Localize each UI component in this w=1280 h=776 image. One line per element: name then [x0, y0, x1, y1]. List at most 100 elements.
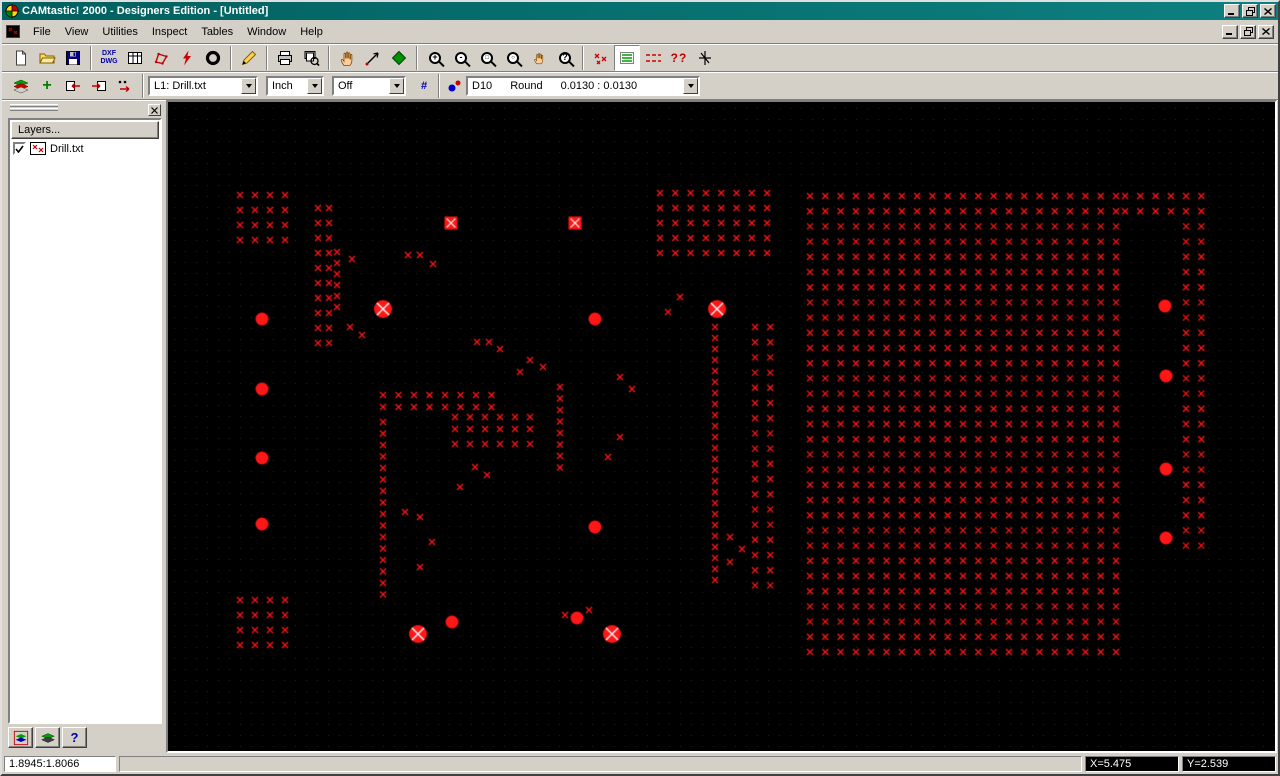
print-preview-button[interactable] [298, 45, 324, 71]
current-layer-combo-arrow[interactable] [241, 77, 256, 94]
layers-dock-panel: Layers... Drill.txt ? [8, 103, 162, 751]
measure-button[interactable] [360, 45, 386, 71]
snap-value: Off [338, 79, 353, 92]
layers-tab[interactable] [35, 727, 60, 748]
layer-toolbar: + L1: Drill.txt Inch Off # D10 Round 0.0… [2, 72, 1278, 100]
open-folder-icon [39, 53, 56, 63]
measure-icon [365, 51, 379, 65]
layers-button[interactable]: Layers... [11, 121, 159, 139]
menu-file[interactable]: File [26, 23, 58, 41]
main-toolbar: DXF DWG + - □ ○ ? ?? [2, 44, 1278, 72]
help-tab[interactable]: ? [62, 727, 87, 748]
check-icon [15, 145, 24, 153]
draw-edit-button[interactable] [236, 45, 262, 71]
restore-button[interactable] [1242, 4, 1258, 18]
zoom-in-icon: + [429, 51, 441, 64]
menu-tables[interactable]: Tables [194, 23, 240, 41]
goto-layer-button[interactable] [112, 73, 138, 99]
current-layer-combo[interactable]: L1: Drill.txt [148, 75, 258, 96]
snap-combo[interactable]: Off [332, 75, 406, 96]
child-window-icon[interactable] [6, 24, 22, 39]
zoom-in-button[interactable]: + [422, 45, 448, 71]
status-ratio: 1.8945:1.8066 [4, 756, 116, 772]
object-query-button[interactable]: ?? [666, 45, 692, 71]
mdi-close-button[interactable] [1258, 24, 1274, 39]
save-button[interactable] [60, 45, 86, 71]
window-title: CAMtastic! 2000 - Designers Edition - [U… [22, 5, 269, 17]
toolbar-separator [582, 45, 584, 70]
menu-window[interactable]: Window [240, 23, 293, 41]
board-tab[interactable] [8, 727, 33, 748]
open-file-button[interactable] [34, 45, 60, 71]
zoom-window-button[interactable]: □ [474, 45, 500, 71]
canvas-frame [166, 100, 1277, 753]
polygon-pour-button[interactable] [148, 45, 174, 71]
pan-hand-icon [340, 51, 353, 66]
layers-table-button[interactable] [8, 73, 34, 99]
mdi-minimize-button[interactable] [1222, 24, 1238, 39]
chevron-down-icon [393, 83, 400, 88]
title-bar: CAMtastic! 2000 - Designers Edition - [U… [2, 2, 1278, 20]
layers-stack-icon [13, 79, 29, 93]
next-layer-button[interactable] [86, 73, 112, 99]
previous-layer-button[interactable] [60, 73, 86, 99]
close-button[interactable] [1260, 4, 1276, 18]
toolbar-separator [142, 73, 144, 98]
dock-grip[interactable] [10, 108, 58, 111]
drill-canvas[interactable] [168, 102, 1275, 751]
polygon-pour-icon [154, 52, 168, 65]
snap-combo-arrow[interactable] [389, 77, 404, 94]
aperture-combo-arrow[interactable] [683, 77, 698, 94]
green-diamond-icon [391, 50, 407, 65]
zoom-all-button[interactable]: ○ [500, 45, 526, 71]
zoom-query-button[interactable]: ? [552, 45, 578, 71]
drill-symbols-button[interactable] [588, 45, 614, 71]
dock-header[interactable] [8, 104, 162, 117]
import-dxf-dwg-button[interactable]: DXF DWG [96, 45, 122, 71]
menu-inspect[interactable]: Inspect [145, 23, 194, 41]
chevron-down-icon [311, 83, 318, 88]
question-icon: ? [70, 730, 79, 745]
highlight-net-button[interactable] [614, 44, 640, 71]
zoom-pan-button[interactable] [526, 45, 552, 71]
flash-find-button[interactable] [174, 45, 200, 71]
dcode-grid-button[interactable]: # [414, 73, 434, 99]
units-value: Inch [272, 79, 293, 92]
toolbar-separator [416, 45, 418, 70]
donut-icon [205, 50, 221, 65]
dock-close-button[interactable] [148, 104, 161, 116]
aperture-button[interactable] [444, 73, 466, 99]
goto-layer-icon [118, 80, 130, 92]
trace-query-button[interactable] [640, 45, 666, 71]
aperture-combo[interactable]: D10 Round 0.0130 : 0.0130 [466, 75, 700, 96]
units-combo[interactable]: Inch [266, 75, 324, 96]
fill-button[interactable] [386, 45, 412, 71]
pan-button[interactable] [334, 45, 360, 71]
zoom-out-icon: - [455, 51, 467, 64]
layers-tab-icon [40, 732, 55, 743]
dcode-table-button[interactable] [122, 45, 148, 71]
donut-button[interactable] [200, 45, 226, 71]
minimize-button[interactable] [1224, 4, 1240, 18]
toolbar-separator [328, 45, 330, 70]
layers-list: Layers... Drill.txt [8, 118, 162, 724]
layer-row[interactable]: Drill.txt [11, 139, 159, 155]
dock-grip[interactable] [10, 104, 58, 107]
question-marks-icon: ?? [670, 50, 688, 65]
menu-view[interactable]: View [58, 23, 96, 41]
menu-help[interactable]: Help [293, 23, 330, 41]
mdi-restore-button[interactable] [1240, 24, 1256, 39]
toolbar-separator [266, 45, 268, 70]
new-file-button[interactable] [8, 45, 34, 71]
zoom-out-button[interactable]: - [448, 45, 474, 71]
next-layer-icon [92, 80, 106, 91]
previous-layer-icon [66, 80, 80, 91]
status-bar: 1.8945:1.8066 X=5.475 Y=2.539 [2, 754, 1278, 774]
menu-utilities[interactable]: Utilities [95, 23, 144, 41]
units-combo-arrow[interactable] [307, 77, 322, 94]
add-layer-button[interactable]: + [34, 73, 60, 99]
lightning-icon [183, 50, 191, 65]
layer-visible-checkbox[interactable] [13, 142, 26, 155]
print-button[interactable] [272, 45, 298, 71]
dimension-button[interactable] [692, 45, 718, 71]
